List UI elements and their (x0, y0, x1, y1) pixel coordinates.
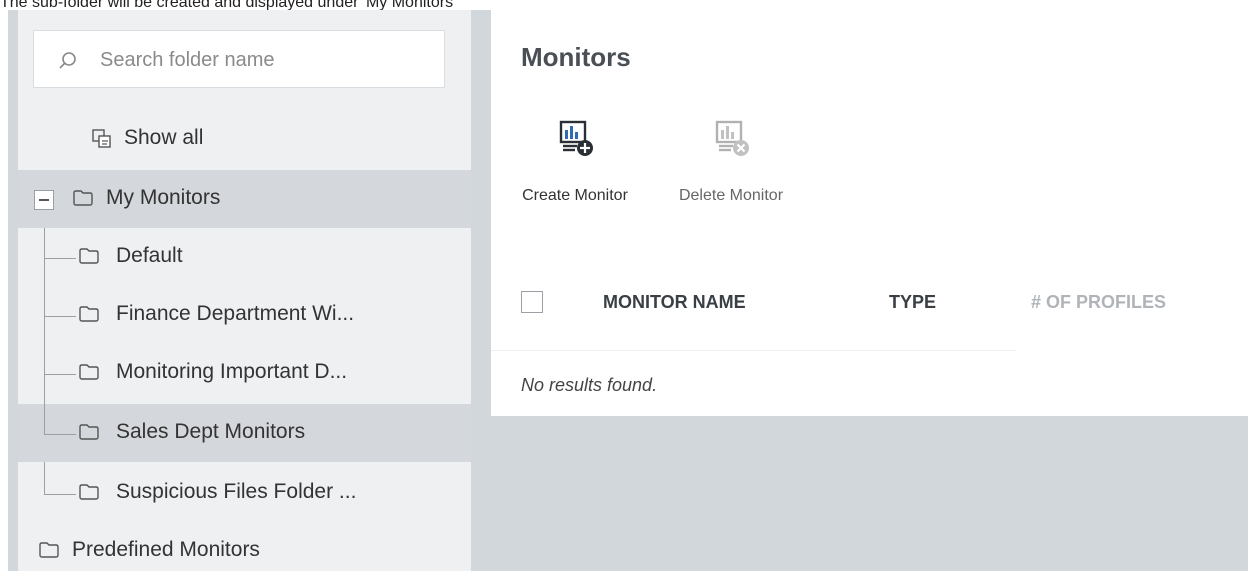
select-all-checkbox[interactable] (521, 291, 543, 313)
create-monitor-icon (559, 120, 593, 156)
delete-monitor-button[interactable]: Delete Monitor (661, 118, 801, 205)
tree-connector (44, 434, 76, 435)
show-all-icon (92, 129, 111, 148)
tree-item-label: My Monitors (106, 186, 221, 209)
search-input[interactable] (98, 45, 432, 75)
tree-connector (44, 258, 76, 259)
create-monitor-label: Create Monitor (522, 187, 628, 204)
delete-monitor-label: Delete Monitor (678, 187, 784, 204)
page-title: Monitors (521, 42, 631, 72)
tree-item-sales-dept[interactable]: Sales Dept Monitors (18, 404, 471, 462)
folder-icon (79, 306, 99, 322)
tree-item-suspicious-files[interactable]: Suspicious Files Folder ... (18, 464, 471, 522)
show-all-label: Show all (124, 126, 204, 149)
search-box[interactable] (33, 30, 445, 88)
folder-icon (79, 364, 99, 380)
folder-icon (73, 190, 93, 206)
delete-monitor-icon (715, 120, 749, 156)
folder-sidebar: Show all My Monitors Default Finance Dep… (18, 10, 471, 571)
search-icon (59, 52, 76, 69)
tree-connector (44, 494, 76, 495)
empty-table-message: No results found. (521, 375, 658, 395)
tree-item-label: Finance Department Wi... (116, 302, 355, 325)
tree-connector (44, 404, 45, 434)
app-frame: Show all My Monitors Default Finance Dep… (8, 10, 1248, 571)
table-header: MONITOR NAME TYPE # OF PROFILES (491, 270, 1166, 351)
tree-item-finance-department[interactable]: Finance Department Wi... (18, 286, 471, 344)
column-type[interactable]: TYPE (889, 292, 936, 313)
tree-connector (44, 316, 76, 317)
folder-icon (39, 542, 59, 558)
tree-item-label: Default (116, 244, 183, 267)
create-monitor-button[interactable]: Create Monitor (505, 118, 645, 205)
tree-connector (44, 374, 76, 375)
main-panel: Monitors Create Monitor Delete Monitor M… (491, 10, 1248, 416)
folder-icon (79, 424, 99, 440)
tree-item-my-monitors[interactable]: My Monitors (18, 170, 471, 228)
folder-icon (79, 248, 99, 264)
tree-item-label: Sales Dept Monitors (116, 420, 306, 443)
tree-item-label: Suspicious Files Folder ... (116, 480, 357, 503)
column-profiles[interactable]: # OF PROFILES (1031, 292, 1166, 313)
show-all-item[interactable]: Show all (18, 110, 471, 168)
tree-item-label: Monitoring Important D... (116, 360, 348, 383)
tree-item-predefined-monitors[interactable]: Predefined Monitors (18, 522, 471, 580)
tree-item-label: Predefined Monitors (72, 538, 260, 561)
column-monitor-name[interactable]: MONITOR NAME (603, 292, 746, 313)
tree-item-monitoring-important[interactable]: Monitoring Important D... (18, 344, 471, 402)
tree-item-default[interactable]: Default (18, 228, 471, 286)
collapse-toggle[interactable] (34, 190, 54, 210)
folder-icon (79, 484, 99, 500)
